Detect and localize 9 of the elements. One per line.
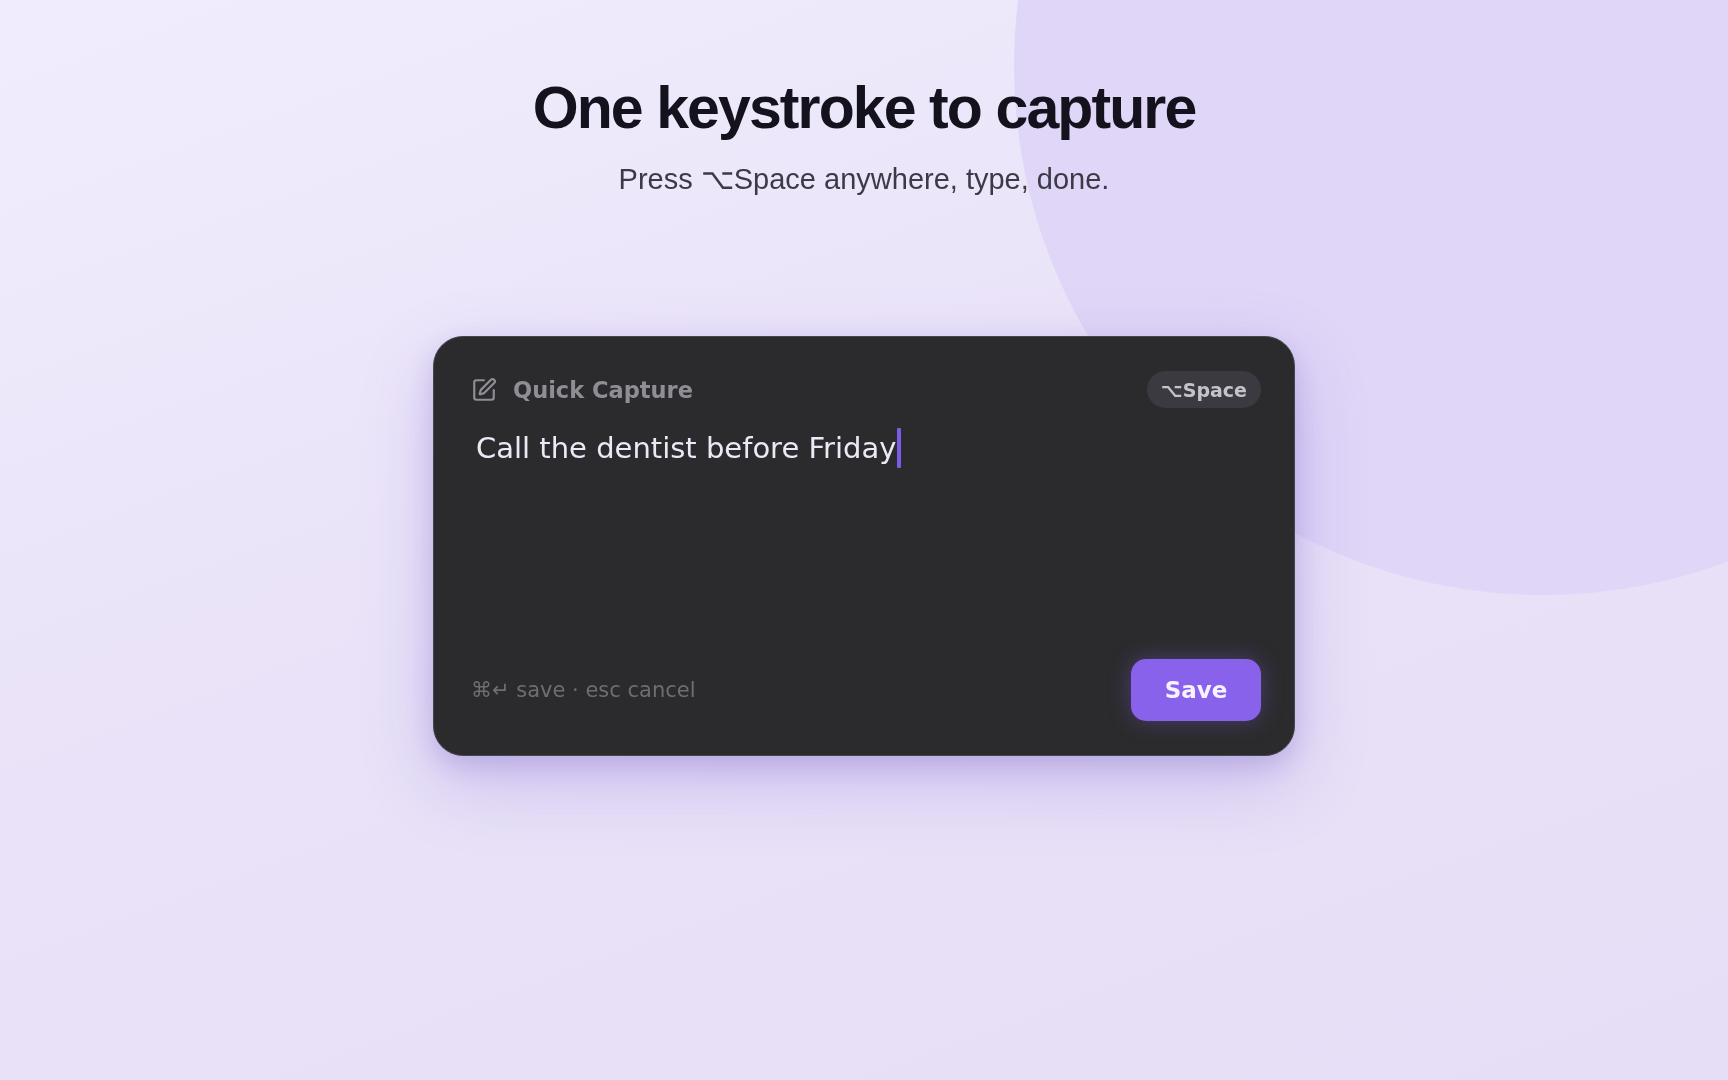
save-button[interactable]: Save bbox=[1131, 659, 1261, 721]
page-title: One keystroke to capture bbox=[532, 74, 1196, 142]
page-subtitle: Press ⌥Space anywhere, type, done. bbox=[618, 162, 1110, 197]
panel-title: Quick Capture bbox=[513, 376, 693, 403]
note-input[interactable]: Call the dentist before Friday bbox=[471, 428, 1261, 659]
keyboard-hint: ⌘↵ save · esc cancel bbox=[471, 678, 696, 702]
shortcut-badge: ⌥Space bbox=[1146, 371, 1261, 408]
note-text: Call the dentist before Friday bbox=[476, 430, 897, 467]
edit-icon bbox=[471, 376, 497, 403]
